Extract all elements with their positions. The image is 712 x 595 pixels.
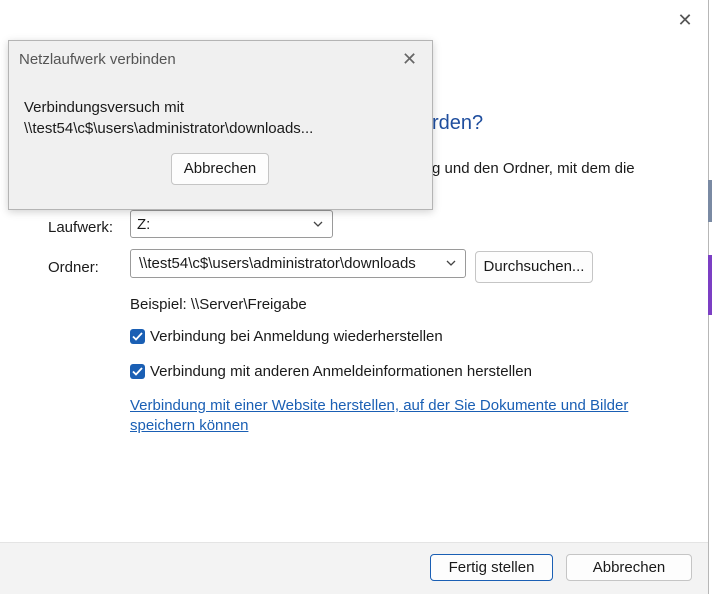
reconnect-checkbox[interactable] xyxy=(130,329,145,344)
close-icon[interactable]: ✕ xyxy=(676,11,694,29)
connecting-progress-dialog: Netzlaufwerk verbinden ✕ Verbindungsvers… xyxy=(8,40,433,210)
background-window-edge xyxy=(708,180,712,222)
folder-combobox-value: \\test54\c$\users\administrator\download… xyxy=(139,255,416,272)
background-window-edge xyxy=(708,255,712,315)
folder-label: Ordner: xyxy=(48,259,99,276)
wizard-heading: rden? xyxy=(432,112,484,134)
example-hint: Beispiel: \\Server\Freigabe xyxy=(130,296,307,313)
reconnect-checkbox-label[interactable]: Verbindung bei Anmeldung wiederherstelle… xyxy=(150,328,443,345)
progress-message: Verbindungsversuch mit \\test54\c$\users… xyxy=(24,97,313,139)
other-credentials-checkbox-label[interactable]: Verbindung mit anderen Anmeldeinformatio… xyxy=(150,363,532,380)
checkmark-icon xyxy=(132,332,143,341)
folder-combobox[interactable]: \\test54\c$\users\administrator\download… xyxy=(130,249,466,278)
progress-cancel-button[interactable]: Abbrechen xyxy=(171,153,269,185)
finish-button[interactable]: Fertig stellen xyxy=(430,554,553,581)
drive-select[interactable]: Z: xyxy=(130,210,333,238)
progress-message-line1: Verbindungsversuch mit xyxy=(24,99,185,116)
chevron-down-icon[interactable] xyxy=(445,257,457,269)
progress-message-line2: \\test54\c$\users\administrator\download… xyxy=(24,120,314,137)
website-storage-link[interactable]: Verbindung mit einer Website herstellen,… xyxy=(130,396,650,436)
other-credentials-checkbox[interactable] xyxy=(130,364,145,379)
close-icon[interactable]: ✕ xyxy=(402,50,417,68)
wizard-intro-text: g und den Ordner, mit dem die xyxy=(432,160,635,177)
progress-dialog-title: Netzlaufwerk verbinden xyxy=(19,51,176,68)
drive-label: Laufwerk: xyxy=(48,219,114,236)
browse-button[interactable]: Durchsuchen... xyxy=(475,251,593,283)
chevron-down-icon xyxy=(313,221,323,227)
drive-select-value: Z: xyxy=(137,216,151,233)
progress-dialog-titlebar: Netzlaufwerk verbinden ✕ xyxy=(9,41,432,77)
checkmark-icon xyxy=(132,367,143,376)
cancel-button[interactable]: Abbrechen xyxy=(566,554,692,581)
